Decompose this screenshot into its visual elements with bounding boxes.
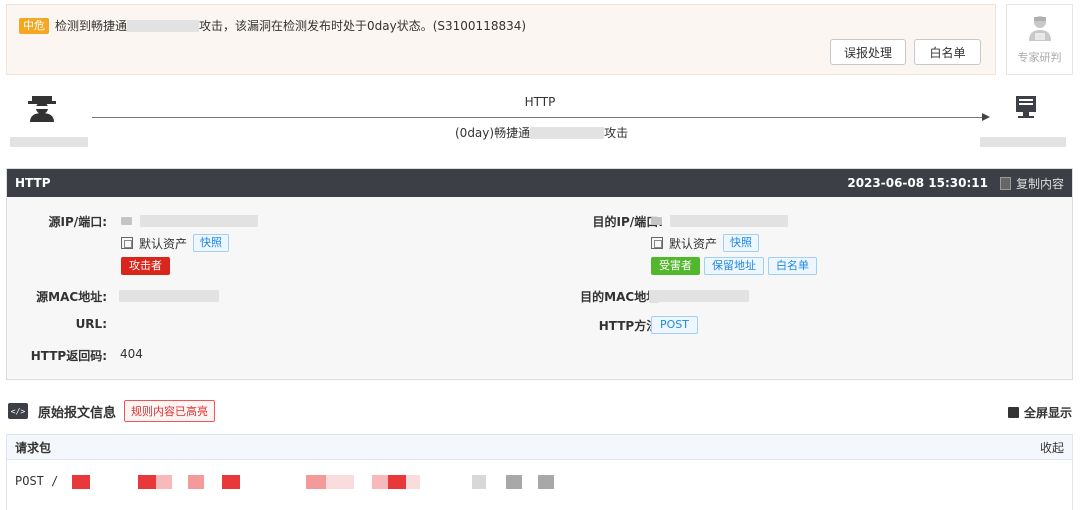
network-icon bbox=[651, 217, 662, 225]
highlighted-fragment bbox=[222, 475, 240, 489]
copy-content-button[interactable]: 复制内容 bbox=[999, 175, 1064, 192]
collapse-button[interactable]: 收起 bbox=[1040, 439, 1064, 456]
alert-banner: 中危 检测到畅捷通 攻击，该漏洞在检测发布时处于0day状态。(S3100118… bbox=[6, 4, 996, 75]
false-positive-button[interactable]: 误报处理 bbox=[830, 39, 906, 65]
highlighted-fragment bbox=[306, 475, 326, 489]
highlighted-fragment bbox=[156, 475, 172, 489]
whitelist-button[interactable]: 白名单 bbox=[914, 39, 981, 65]
src-tags: 攻击者 bbox=[121, 257, 170, 275]
expert-review-button[interactable]: 专家研判 bbox=[1006, 4, 1073, 75]
victim-tag: 受害者 bbox=[651, 257, 700, 275]
request-packet-label: 请求包 bbox=[15, 440, 52, 455]
http-method-value: POST bbox=[651, 316, 698, 334]
redacted-mac bbox=[649, 290, 749, 302]
highlighted-fragment bbox=[138, 475, 156, 489]
expert-label: 专家研判 bbox=[1017, 51, 1062, 64]
dst-asset-name: 默认资产 bbox=[669, 236, 718, 251]
code-icon: </> bbox=[8, 403, 28, 419]
asset-icon bbox=[651, 237, 663, 249]
server-icon bbox=[1010, 94, 1042, 124]
attacker-tag: 攻击者 bbox=[121, 257, 170, 275]
reserved-address-tag: 保留地址 bbox=[704, 257, 764, 275]
http-method-tag: POST bbox=[651, 316, 698, 334]
http-detail-panel: HTTP 2023-06-08 15:30:11 复制内容 源IP/端口: 默认… bbox=[6, 168, 1073, 380]
request-packet-bar: 请求包 收起 bbox=[6, 434, 1073, 460]
src-ip-value bbox=[121, 215, 258, 227]
event-timestamp: 2023-06-08 15:30:11 bbox=[847, 176, 988, 190]
redacted-ip bbox=[140, 215, 258, 227]
highlighted-fragment bbox=[372, 475, 388, 489]
highlighted-fragment bbox=[188, 475, 204, 489]
redacted-mac bbox=[119, 290, 219, 302]
fullscreen-label: 全屏显示 bbox=[1023, 406, 1072, 420]
fullscreen-button[interactable]: 全屏显示 bbox=[1007, 404, 1072, 421]
http-code-label: HTTP返回码: bbox=[30, 349, 107, 363]
severity-badge: 中危 bbox=[19, 17, 49, 34]
redacted-fragment bbox=[538, 475, 554, 489]
url-label: URL: bbox=[75, 317, 107, 331]
src-mac-label: 源MAC地址: bbox=[36, 290, 107, 304]
asset-icon bbox=[121, 237, 133, 249]
dst-ip-label: 目的IP/端口: bbox=[592, 215, 663, 229]
src-ip-label: 源IP/端口: bbox=[48, 215, 107, 229]
detail-header: HTTP 2023-06-08 15:30:11 复制内容 bbox=[7, 169, 1072, 197]
fullscreen-icon bbox=[1007, 407, 1019, 418]
whitelist-tag: 白名单 bbox=[768, 257, 817, 275]
detail-title: HTTP bbox=[15, 176, 51, 190]
raw-message-header: </> 原始报文信息 规则内容已高亮 bbox=[8, 400, 216, 422]
raw-message-title: 原始报文信息 bbox=[38, 405, 117, 421]
alert-text-prefix: 检测到畅捷通 bbox=[55, 19, 128, 33]
request-first-line: POST / bbox=[15, 474, 59, 488]
flow-attack-suffix: 攻击 bbox=[604, 126, 629, 140]
copy-label: 复制内容 bbox=[1015, 176, 1064, 191]
attacker-icon bbox=[26, 92, 58, 122]
flow-attack-prefix: (0day)畅捷通 bbox=[455, 126, 531, 140]
network-icon bbox=[121, 217, 132, 225]
dst-ip-value bbox=[651, 215, 788, 227]
highlighted-fragment bbox=[388, 475, 406, 489]
http-code-value: 404 bbox=[120, 347, 143, 361]
http-method-label: HTTP方法: bbox=[598, 319, 663, 333]
highlight-badge: 规则内容已高亮 bbox=[124, 400, 216, 422]
src-mac-value bbox=[119, 290, 219, 302]
redacted-source bbox=[10, 137, 88, 147]
expert-avatar-icon bbox=[1028, 16, 1051, 41]
dst-mac-label: 目的MAC地址: bbox=[580, 290, 663, 304]
src-asset-name: 默认资产 bbox=[139, 236, 188, 251]
src-snapshot-link[interactable]: 快照 bbox=[193, 234, 230, 252]
flow-arrow bbox=[92, 113, 990, 121]
alert-text-suffix: 攻击，该漏洞在检测发布时处于0day状态。(S3100118834) bbox=[199, 19, 527, 33]
dst-mac-value bbox=[649, 290, 749, 302]
redacted-fragment bbox=[506, 475, 522, 489]
flow-attack-name: (0day)畅捷通 攻击 bbox=[455, 124, 628, 141]
dst-asset-row: 默认资产 快照 bbox=[651, 234, 760, 252]
redacted-ip bbox=[670, 215, 788, 227]
dst-snapshot-link[interactable]: 快照 bbox=[723, 234, 760, 252]
highlighted-fragment bbox=[326, 475, 354, 489]
highlighted-fragment bbox=[406, 475, 420, 489]
dst-tags: 受害者 保留地址 白名单 bbox=[651, 257, 817, 275]
alert-message: 中危 检测到畅捷通 攻击，该漏洞在检测发布时处于0day状态。(S3100118… bbox=[19, 17, 526, 34]
src-asset-row: 默认资产 快照 bbox=[121, 234, 230, 252]
redacted-destination bbox=[980, 137, 1066, 147]
redacted-block bbox=[530, 126, 605, 139]
copy-icon bbox=[999, 176, 1011, 190]
redacted-fragment bbox=[472, 475, 486, 489]
redacted-block bbox=[127, 19, 200, 32]
highlighted-fragment bbox=[72, 475, 90, 489]
flow-protocol: HTTP bbox=[524, 95, 556, 109]
